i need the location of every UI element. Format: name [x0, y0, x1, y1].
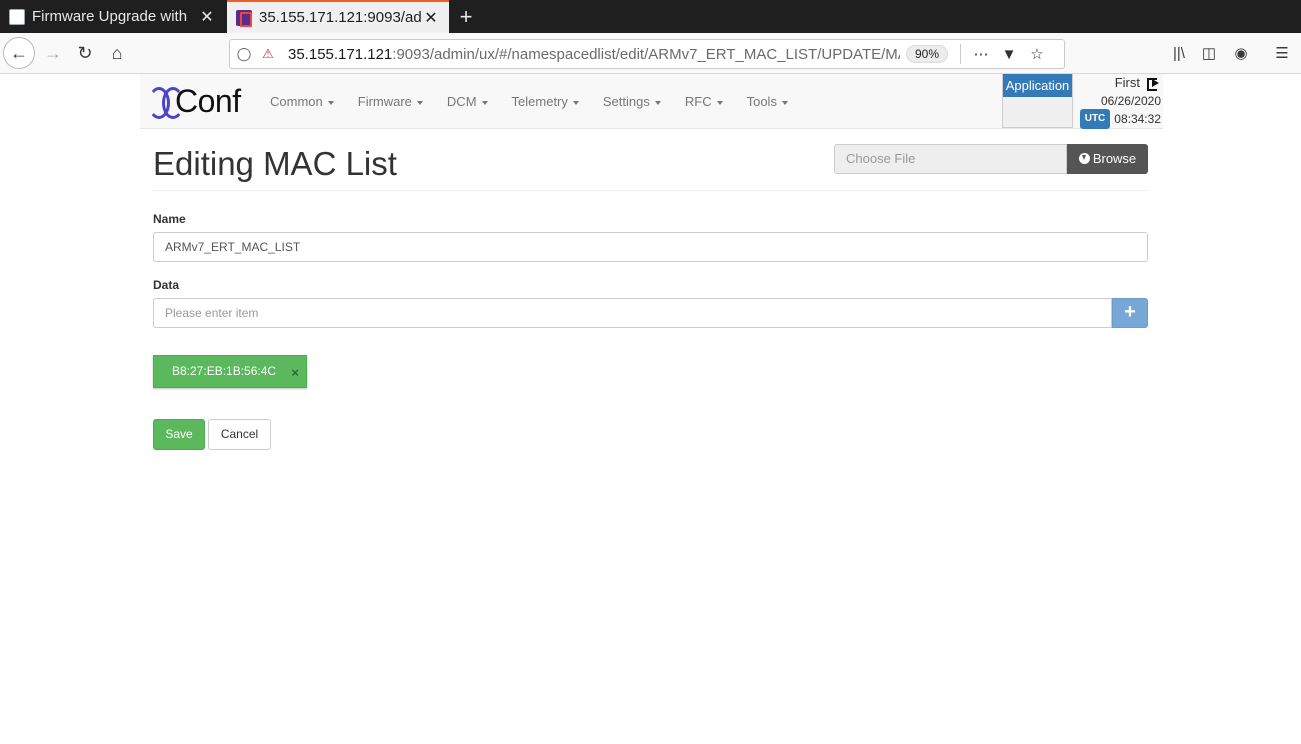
caret-down-icon	[327, 100, 334, 105]
current-date: 06/26/2020	[1100, 94, 1161, 108]
library-icon[interactable]: ||\	[1163, 37, 1195, 69]
choose-file-field[interactable]: Choose File	[834, 144, 1067, 174]
close-icon[interactable]: ✕	[421, 8, 441, 28]
application-label: Application	[1003, 74, 1072, 97]
tab-title: 35.155.171.121:9093/ad	[259, 9, 421, 26]
divider	[960, 44, 962, 64]
new-tab-button[interactable]: +	[456, 4, 476, 30]
close-icon[interactable]: ✕	[197, 7, 217, 27]
file-upload: Choose File Browse	[834, 144, 1148, 174]
application-selector[interactable]: Application	[1002, 74, 1073, 128]
mac-address: B8:27:EB:1B:56:4C	[172, 364, 277, 378]
hamburger-menu-icon[interactable]: ☰	[1266, 37, 1298, 69]
menu-label: DCM	[446, 94, 477, 109]
url-path: :9093/admin/ux/#/namespacedlist/edit/ARM…	[392, 45, 900, 63]
user-name: First	[1114, 75, 1140, 90]
add-item-button[interactable]: +	[1112, 298, 1148, 328]
timezone-badge: UTC	[1079, 109, 1111, 129]
menu-label: Common	[270, 94, 323, 109]
user-info: First 06/26/2020 UTC 08:34:32	[1079, 74, 1161, 129]
logo-text: Conf	[175, 83, 241, 119]
menu-telemetry[interactable]: Telemetry	[500, 94, 591, 109]
app-navbar: Conf Common Firmware DCM Telemetry Setti…	[140, 74, 1163, 129]
caret-down-icon	[781, 100, 788, 105]
menu-rfc[interactable]: RFC	[673, 94, 735, 109]
url-text[interactable]: 35.155.171.121:9093/admin/ux/#/namespace…	[288, 46, 900, 63]
browser-toolbar: ← → ↻ ⌂ ◯ ⚠ 35.155.171.121:9093/admin/ux…	[0, 33, 1301, 74]
menu-tools[interactable]: Tools	[735, 94, 800, 109]
home-icon[interactable]: ⌂	[101, 37, 133, 69]
caret-down-icon	[481, 100, 488, 105]
bookmark-star-icon[interactable]: ☆	[1023, 45, 1051, 63]
reload-icon[interactable]: ↻	[69, 37, 101, 69]
sidebar-icon[interactable]: ◫	[1193, 37, 1225, 69]
tab-title: Firmware Upgrade with	[32, 8, 188, 25]
menu-label: Settings	[602, 94, 650, 109]
main-menu: Common Firmware DCM Telemetry Settings R…	[258, 74, 800, 129]
browser-tab-xconf[interactable]: 35.155.171.121:9093/ad ✕	[227, 0, 449, 33]
shield-icon[interactable]: ◯	[234, 46, 254, 62]
address-bar[interactable]: ◯ ⚠ 35.155.171.121:9093/admin/ux/#/names…	[229, 39, 1065, 69]
more-actions-icon[interactable]: ⋯	[967, 45, 995, 63]
menu-settings[interactable]: Settings	[591, 94, 673, 109]
menu-firmware[interactable]: Firmware	[346, 94, 435, 109]
zoom-level-badge[interactable]: 90%	[906, 45, 949, 63]
pocket-icon[interactable]: ▼	[995, 46, 1023, 63]
download-icon	[1078, 153, 1090, 164]
back-arrow-icon[interactable]: ←	[3, 37, 35, 69]
browser-tab-bar: Firmware Upgrade with ✕ 35.155.171.121:9…	[0, 0, 1301, 33]
menu-label: Telemetry	[511, 94, 568, 109]
browse-button[interactable]: Browse	[1067, 144, 1148, 174]
caret-down-icon	[654, 100, 661, 105]
xconf-favicon-icon	[236, 9, 252, 27]
xconf-app: Conf Common Firmware DCM Telemetry Setti…	[140, 74, 1163, 450]
url-host: 35.155.171.121	[288, 45, 393, 63]
menu-dcm[interactable]: DCM	[435, 94, 500, 109]
name-input[interactable]: ARMv7_ERT_MAC_LIST	[153, 232, 1148, 262]
caret-down-icon	[572, 100, 579, 105]
caret-down-icon	[416, 100, 423, 105]
cancel-button[interactable]: Cancel	[208, 419, 271, 450]
current-time: 08:34:32	[1114, 112, 1161, 126]
account-icon[interactable]: ◉	[1225, 37, 1257, 69]
remove-icon[interactable]: ×	[291, 365, 299, 380]
x-logo-icon	[148, 87, 184, 119]
caret-down-icon	[716, 100, 723, 105]
page-title: Editing MAC List	[153, 145, 397, 182]
page-header: Editing MAC List Choose File Browse	[153, 144, 1148, 191]
browse-label: Browse	[1092, 151, 1137, 166]
menu-label: RFC	[684, 94, 712, 109]
data-item-input[interactable]: Please enter item	[153, 298, 1112, 328]
forward-arrow-icon[interactable]: →	[37, 37, 69, 69]
browser-tab-firmware[interactable]: Firmware Upgrade with ✕	[0, 0, 225, 33]
name-label: Name	[153, 212, 186, 226]
menu-label: Tools	[746, 94, 777, 109]
menu-common[interactable]: Common	[258, 94, 346, 109]
site-favicon-icon	[9, 8, 25, 25]
logout-icon[interactable]	[1147, 77, 1161, 91]
mac-address-tag: B8:27:EB:1B:56:4C ×	[153, 355, 307, 388]
data-label: Data	[153, 278, 180, 292]
xconf-logo[interactable]: Conf	[148, 83, 241, 119]
menu-label: Firmware	[357, 94, 412, 109]
save-button[interactable]: Save	[153, 419, 205, 450]
insecure-lock-icon[interactable]: ⚠	[258, 46, 278, 62]
